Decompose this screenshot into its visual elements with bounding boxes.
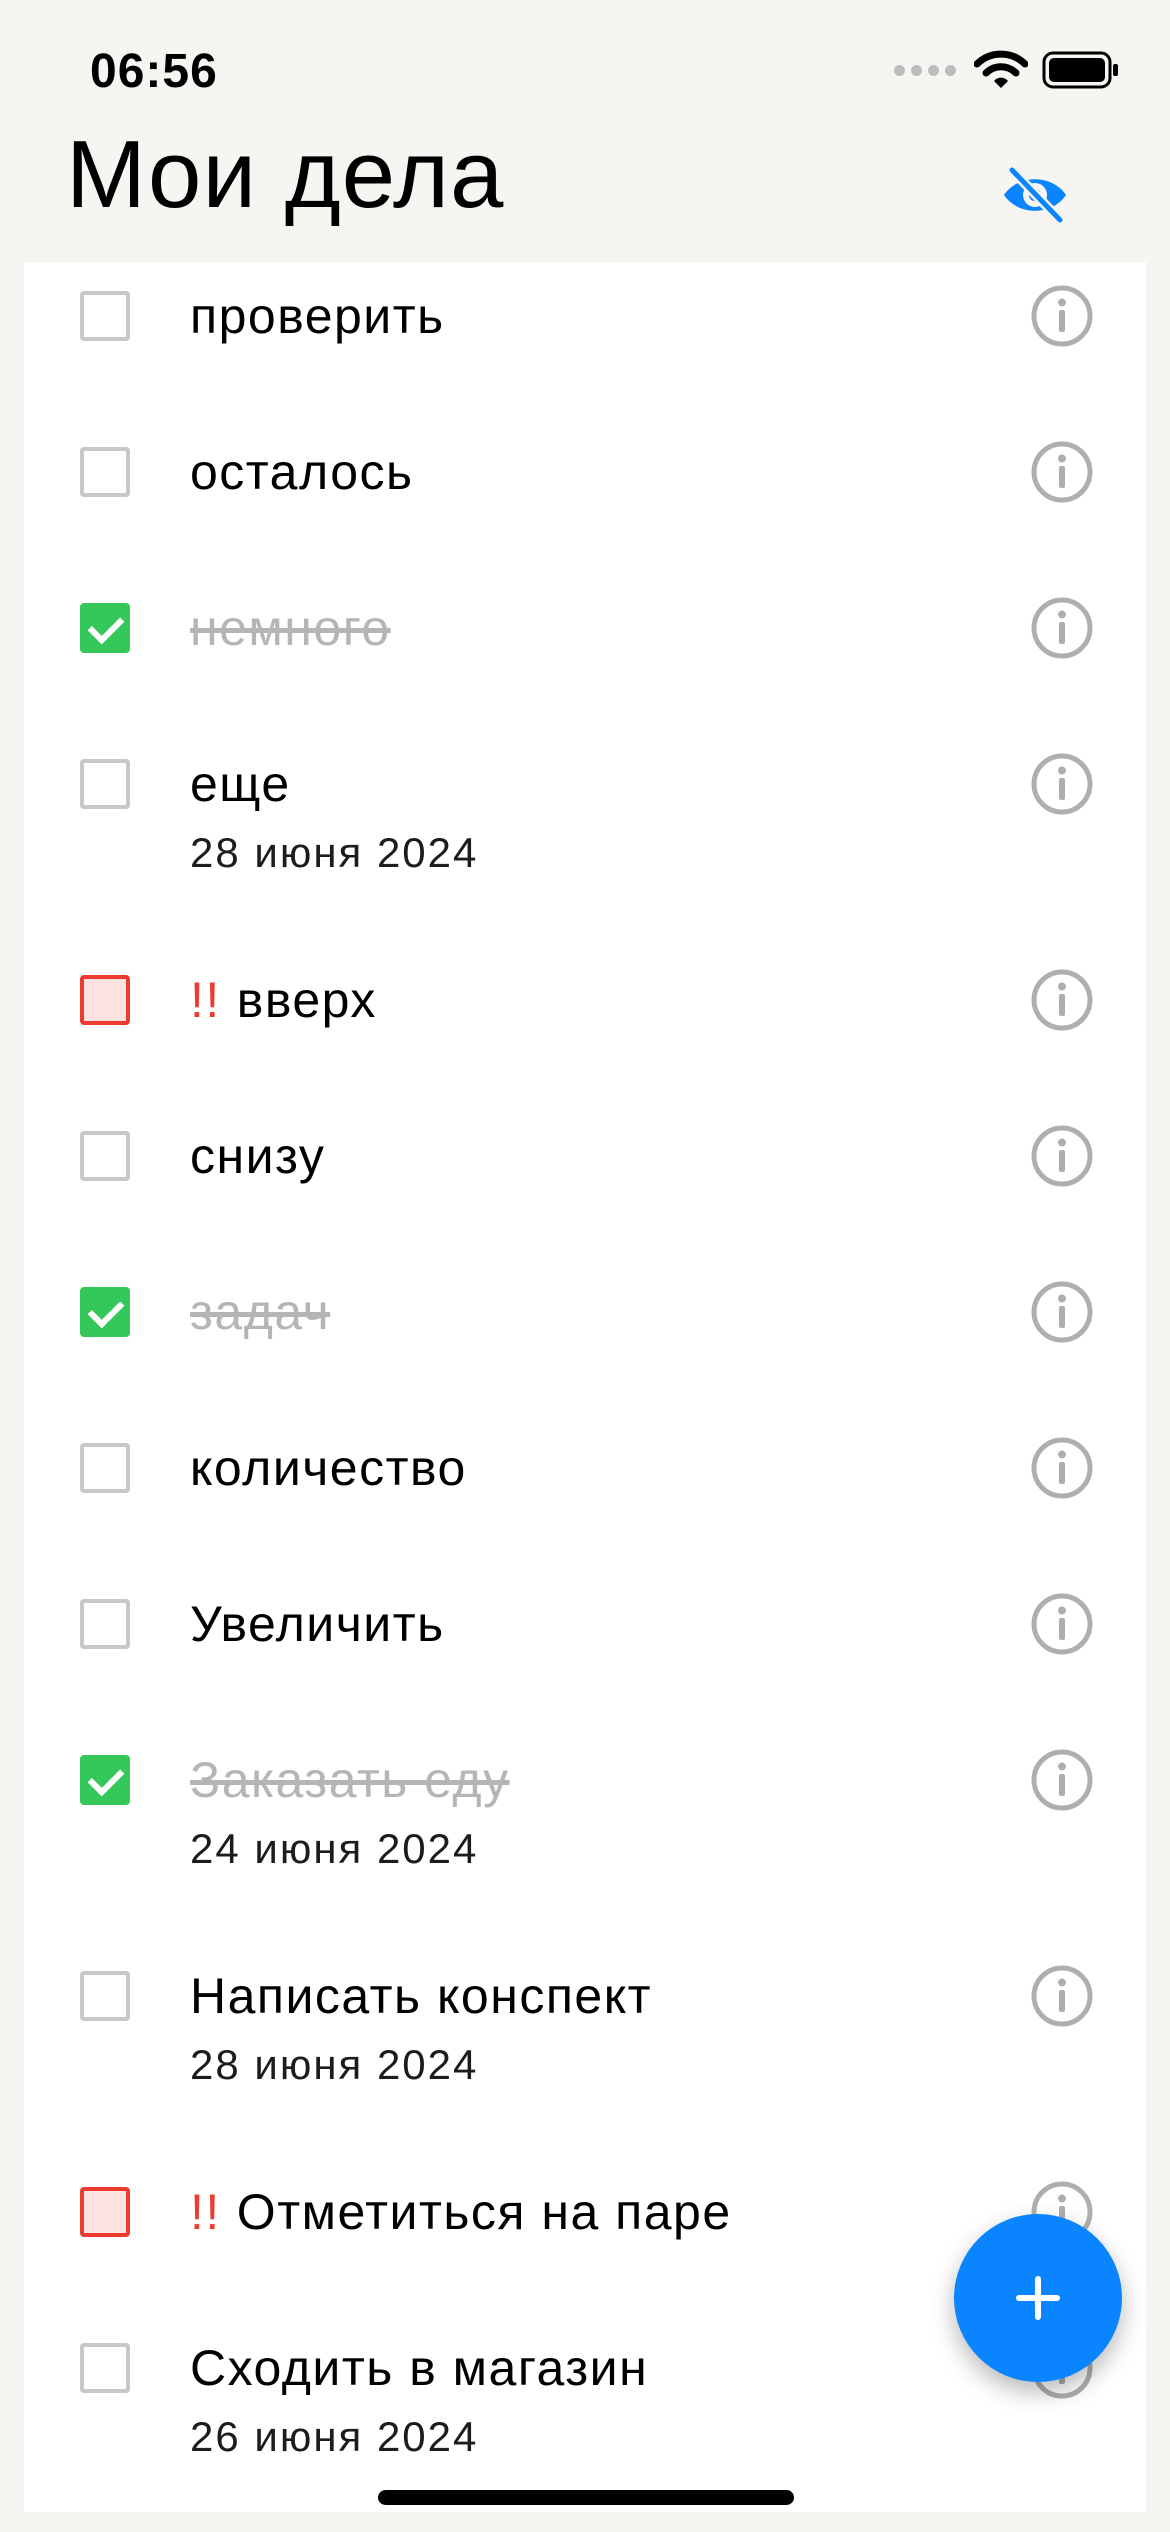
todo-checkbox[interactable] [80, 2187, 130, 2237]
status-bar: 06:56 [0, 0, 1170, 120]
todo-title: снизу [190, 1126, 325, 1186]
todo-checkbox[interactable] [80, 975, 130, 1025]
info-circle-icon[interactable] [1030, 596, 1094, 660]
todo-row[interactable]: задач [24, 1258, 1146, 1414]
add-task-button[interactable] [954, 2214, 1122, 2382]
wifi-icon [974, 50, 1028, 88]
priority-mark: !! [190, 2184, 221, 2240]
todo-row[interactable]: проверить [24, 262, 1146, 418]
header: Мои дела [0, 120, 1170, 260]
todo-checkbox[interactable] [80, 447, 130, 497]
page-title: Мои дела [66, 121, 505, 228]
todo-title-text: количество [190, 1440, 467, 1496]
info-circle-icon[interactable] [1030, 752, 1094, 816]
battery-full-icon [1042, 51, 1120, 89]
info-circle-icon[interactable] [1030, 1592, 1094, 1656]
todo-title-text: немного [190, 600, 391, 656]
todo-row[interactable]: Написать конспект 28 июня 2024 [24, 1942, 1146, 2158]
todo-row[interactable]: Увеличить [24, 1570, 1146, 1726]
todo-deadline: 26 июня 2024 [190, 2413, 479, 2460]
todo-checkbox[interactable] [80, 291, 130, 341]
todo-deadline: 28 июня 2024 [190, 829, 479, 876]
todo-checkbox[interactable] [80, 1755, 130, 1805]
todo-row[interactable]: количество [24, 1414, 1146, 1570]
info-circle-icon[interactable] [1030, 968, 1094, 1032]
todo-deadline: 28 июня 2024 [190, 2041, 479, 2088]
info-circle-icon[interactable] [1030, 1124, 1094, 1188]
todo-checkbox[interactable] [80, 1971, 130, 2021]
todo-row[interactable]: снизу [24, 1102, 1146, 1258]
todo-checkbox[interactable] [80, 2343, 130, 2393]
todo-title: проверить [190, 286, 445, 346]
todo-row[interactable]: !! вверх [24, 946, 1146, 1102]
info-circle-icon[interactable] [1030, 1436, 1094, 1500]
todo-checkbox[interactable] [80, 1287, 130, 1337]
todo-title-text: снизу [190, 1128, 326, 1184]
todo-title: немного [190, 598, 391, 658]
eye-slash-icon [1004, 166, 1066, 224]
cellular-signal-icon [894, 64, 956, 76]
info-circle-icon[interactable] [1030, 1964, 1094, 2028]
todo-checkbox[interactable] [80, 1131, 130, 1181]
todo-title-text: Сходить в магазин [190, 2340, 649, 2396]
todo-row[interactable]: немного [24, 574, 1146, 730]
todo-checkbox[interactable] [80, 1443, 130, 1493]
todo-title: Сходить в магазин [190, 2338, 648, 2398]
info-circle-icon[interactable] [1030, 284, 1094, 348]
todo-title: Увеличить [190, 1594, 445, 1654]
todo-title-text: осталось [190, 444, 414, 500]
todo-title-text: Написать конспект [190, 1968, 653, 2024]
plus-icon [1016, 2276, 1060, 2320]
todo-row[interactable]: Заказать еду 24 июня 2024 [24, 1726, 1146, 1942]
todo-title: задач [190, 1282, 330, 1342]
priority-mark: !! [190, 972, 221, 1028]
todo-title: !! вверх [190, 970, 377, 1030]
todo-title: осталось [190, 442, 414, 502]
todo-row[interactable]: осталось [24, 418, 1146, 574]
todo-title-text: Заказать еду [190, 1752, 510, 1808]
todo-title: !! Отметиться на паре [190, 2182, 732, 2242]
home-indicator [378, 2490, 794, 2505]
todo-deadline: 24 июня 2024 [190, 1825, 479, 1872]
todo-title-text: Отметиться на паре [236, 2184, 732, 2240]
todo-checkbox[interactable] [80, 603, 130, 653]
todo-title: Заказать еду [190, 1750, 510, 1810]
status-time: 06:56 [90, 45, 218, 98]
info-circle-icon[interactable] [1030, 440, 1094, 504]
todo-title-text: вверх [236, 972, 377, 1028]
todo-title-text: проверить [190, 288, 445, 344]
info-circle-icon[interactable] [1030, 1280, 1094, 1344]
todo-checkbox[interactable] [80, 759, 130, 809]
todo-row[interactable]: еще 28 июня 2024 [24, 730, 1146, 946]
info-circle-icon[interactable] [1030, 1748, 1094, 1812]
todo-title: еще [190, 754, 291, 814]
todo-title-text: Увеличить [190, 1596, 445, 1652]
todo-title: Написать конспект [190, 1966, 652, 2026]
todo-title: количество [190, 1438, 467, 1498]
todo-title-text: еще [190, 756, 291, 812]
todo-checkbox[interactable] [80, 1599, 130, 1649]
status-icons [894, 50, 1120, 90]
todo-list: проверить осталось немного еще 28 июня 2024!… [24, 262, 1146, 2512]
todo-title-text: задач [190, 1284, 331, 1340]
toggle-completed-button[interactable] [995, 160, 1075, 230]
